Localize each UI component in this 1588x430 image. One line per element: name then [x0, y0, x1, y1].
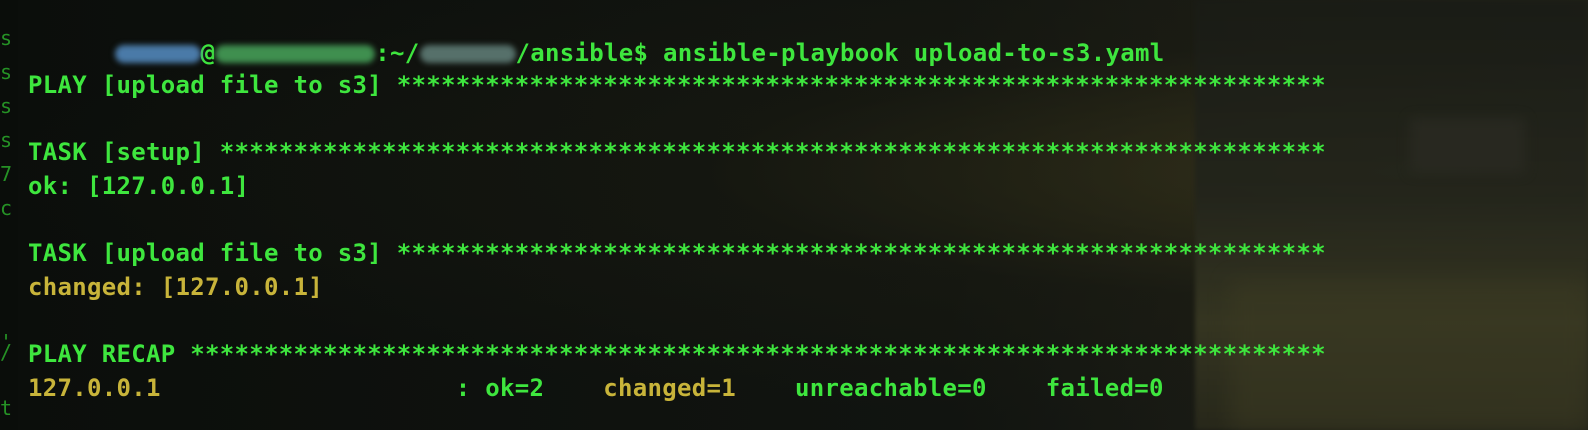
gutter-glyph: 7	[0, 162, 13, 186]
gutter-glyph: t	[0, 396, 13, 420]
left-gutter-window: s s s s 7 c ' / t	[0, 0, 18, 430]
prompt-path-prefix: :~/	[375, 39, 420, 67]
prompt-at: @	[200, 39, 216, 67]
gutter-glyph: s	[0, 94, 13, 118]
recap-unreachable: unreachable=0	[794, 374, 987, 402]
redacted-username	[114, 45, 201, 63]
background-panel	[1410, 118, 1525, 173]
redacted-directory	[419, 45, 516, 63]
gutter-glyph: c	[0, 196, 13, 220]
gutter-glyph: s	[0, 60, 13, 84]
prompt-command: ansible-playbook upload-to-s3.yaml	[663, 39, 1165, 67]
gutter-glyph: /	[0, 340, 13, 364]
recap-header: PLAY RECAP *****************************…	[28, 340, 1326, 368]
prompt-path-suffix: /ansible$	[515, 39, 663, 67]
terminal-screen: s s s s 7 c ' / t @ :~/ /ansible$ ansible-…	[0, 0, 1588, 430]
task-upload-result: changed: [127.0.0.1]	[28, 273, 323, 301]
gutter-glyph: s	[0, 128, 13, 152]
recap-ok: ok=2	[485, 374, 545, 402]
recap-failed: failed=0	[1045, 374, 1164, 402]
task-setup-header: TASK [setup] ***************************…	[28, 138, 1326, 166]
recap-changed: changed=1	[603, 374, 736, 402]
terminal-output[interactable]: @ :~/ /ansible$ ansible-playbook upload-to…	[28, 0, 1326, 402]
recap-host: 127.0.0.1	[28, 374, 161, 402]
prompt-line: @ :~/ /ansible$ ansible-playbook upload-to…	[26, 2, 1164, 67]
task-setup-result: ok: [127.0.0.1]	[28, 172, 250, 200]
gutter-glyph: s	[0, 26, 13, 50]
recap-line: 127.0.0.1 : ok=2 changed=1 unreachable=0…	[28, 371, 1164, 405]
play-header: PLAY [upload file to s3] ***************…	[28, 71, 1326, 99]
task-upload-header: TASK [upload file to s3] ***************…	[28, 239, 1326, 267]
recap-separator: :	[160, 374, 486, 402]
redacted-hostname	[215, 45, 376, 63]
